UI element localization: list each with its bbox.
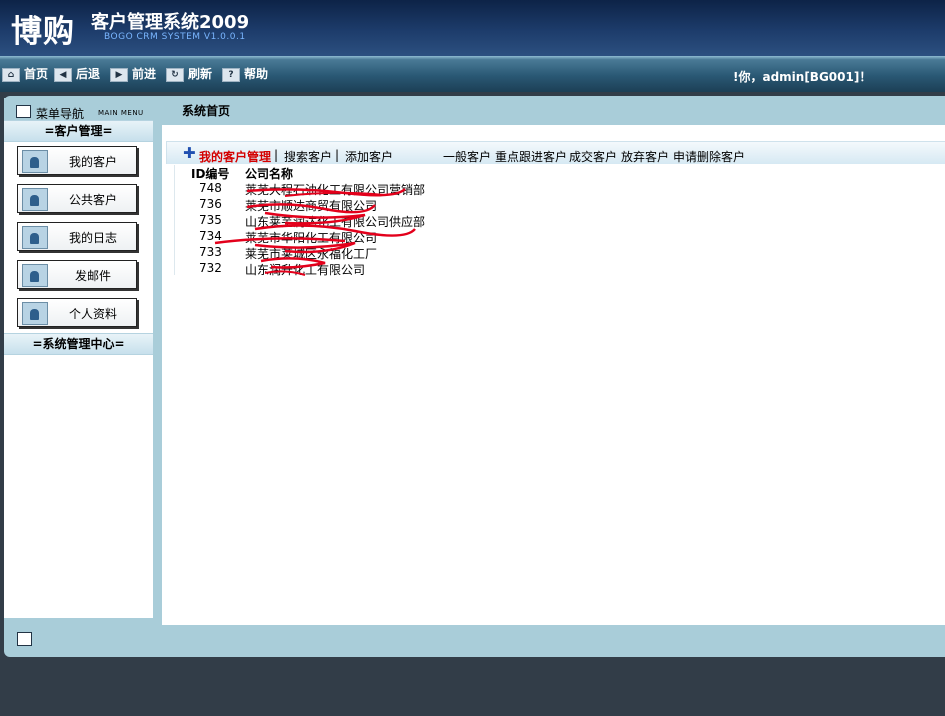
nav-abandoned-customers[interactable]: 放弃客户 (621, 148, 669, 165)
row-id: 734 (199, 229, 222, 243)
refresh-button[interactable]: ↻ 刷新 (166, 67, 213, 82)
home-button[interactable]: ⌂ 首页 (2, 67, 49, 82)
app-header: 博购 客户管理系统2009 BOGO CRM SYSTEM V1.0.0.1 (0, 0, 945, 56)
page-title: 系统首页 (182, 104, 231, 118)
sidebar-item-label: 我的客户 (68, 155, 117, 169)
table-row: 735 山东莱芜润达化工有限公司供应部 (175, 213, 475, 229)
row-company-link[interactable]: 山东莱芜润达化工有限公司供应部 (245, 213, 425, 230)
refresh-icon: ↻ (166, 67, 184, 82)
forward-button[interactable]: ▶ 前进 (110, 67, 157, 82)
nav-separator: | (335, 148, 340, 162)
customer-avatar-icon (22, 188, 48, 211)
sidebar-item-label: 个人资料 (68, 307, 117, 321)
nav-search-customers[interactable]: 搜索客户 (284, 148, 332, 165)
customer-avatar-icon (22, 302, 48, 325)
sidebar-item-label: 公共客户 (68, 193, 117, 207)
row-id: 748 (199, 181, 222, 195)
menu-title-en: MAIN MENU (98, 109, 144, 117)
customer-avatar-icon (22, 226, 48, 249)
refresh-label: 刷新 (188, 67, 213, 81)
row-company-link[interactable]: 莱芜市华阳化工有限公司 (245, 229, 377, 246)
menu-toggle-icon[interactable] (17, 632, 32, 646)
row-id: 732 (199, 261, 222, 275)
row-id: 736 (199, 197, 222, 211)
sidebar-item-label: 我的日志 (68, 231, 117, 245)
menu-panel-icon[interactable] (16, 105, 31, 118)
group-customer-management[interactable]: =客户管理= (4, 120, 153, 142)
welcome-text: !你，admin[BG001]！ (733, 70, 872, 84)
nav-key-follow-customers[interactable]: 重点跟进客户 (495, 148, 567, 165)
back-arrow-icon: ◀ (54, 67, 72, 82)
nav-my-customers[interactable]: 我的客户管理 (199, 148, 271, 165)
app-logo: 博购 (11, 14, 75, 50)
customer-avatar-icon (22, 264, 48, 287)
menu-header: 菜单导航 MAIN MENU (4, 98, 153, 121)
app-title: 客户管理系统2009 (91, 12, 250, 33)
customer-avatar-icon (22, 150, 48, 173)
table-row: 734 莱芜市华阳化工有限公司 (175, 229, 475, 245)
sidebar: 菜单导航 MAIN MENU =客户管理= 我的客户 公共客户 我的日志 发邮件… (4, 98, 153, 618)
nav-general-customers[interactable]: 一般客户 (443, 148, 491, 165)
sidebar-item-my-log[interactable]: 我的日志 (17, 222, 137, 251)
customer-nav-bar: ✚ 我的客户管理 | 搜索客户 | 添加客户 一般客户 重点跟进客户 成交客户 … (166, 141, 945, 164)
row-company-link[interactable]: 莱芜市莱城区永福化工厂 (245, 245, 377, 262)
nav-add-customer[interactable]: 添加客户 (345, 148, 393, 165)
column-header-company: 公司名称 (245, 167, 294, 181)
table-row: 732 山东润升化工有限公司 (175, 261, 475, 277)
forward-arrow-icon: ▶ (110, 67, 128, 82)
sidebar-item-profile[interactable]: 个人资料 (17, 298, 137, 327)
nav-delete-request[interactable]: 申请删除客户 (673, 148, 745, 165)
table-row: 733 莱芜市莱城区永福化工厂 (175, 245, 475, 261)
row-id: 735 (199, 213, 222, 227)
content-panel: ✚ 我的客户管理 | 搜索客户 | 添加客户 一般客户 重点跟进客户 成交客户 … (162, 125, 945, 625)
customer-list: ID编号 公司名称 748 莱芜大程石油化工有限公司营销部 736 莱芜市顺达商… (174, 165, 475, 277)
sidebar-item-label: 发邮件 (74, 269, 111, 283)
row-id: 733 (199, 245, 222, 259)
sidebar-item-send-mail[interactable]: 发邮件 (17, 260, 137, 289)
back-button[interactable]: ◀ 后退 (54, 67, 101, 82)
home-label: 首页 (24, 67, 49, 81)
sidebar-item-public-customers[interactable]: 公共客户 (17, 184, 137, 213)
group-system-management[interactable]: =系统管理中心= (4, 333, 153, 355)
home-icon: ⌂ (2, 67, 20, 82)
back-label: 后退 (76, 67, 101, 81)
table-row: 748 莱芜大程石油化工有限公司营销部 (175, 181, 475, 197)
toolbar: ⌂ 首页 ◀ 后退 ▶ 前进 ↻ 刷新 ? 帮助 !你，admin[BG001]！ (0, 56, 945, 92)
help-label: 帮助 (244, 67, 269, 81)
table-row: 736 莱芜市顺达商贸有限公司 (175, 197, 475, 213)
forward-label: 前进 (132, 67, 157, 81)
nav-separator: | (274, 148, 279, 162)
help-icon: ? (222, 67, 240, 82)
row-company-link[interactable]: 莱芜市顺达商贸有限公司 (245, 197, 377, 214)
app-subtitle: BOGO CRM SYSTEM V1.0.0.1 (104, 32, 246, 42)
sidebar-item-my-customers[interactable]: 我的客户 (17, 146, 137, 175)
row-company-link[interactable]: 莱芜大程石油化工有限公司营销部 (245, 181, 425, 198)
row-company-link[interactable]: 山东润升化工有限公司 (245, 261, 365, 278)
column-header-id: ID编号 (191, 167, 230, 181)
plus-icon: ✚ (183, 144, 196, 162)
help-button[interactable]: ? 帮助 (222, 67, 269, 82)
nav-deal-customers[interactable]: 成交客户 (569, 148, 617, 165)
